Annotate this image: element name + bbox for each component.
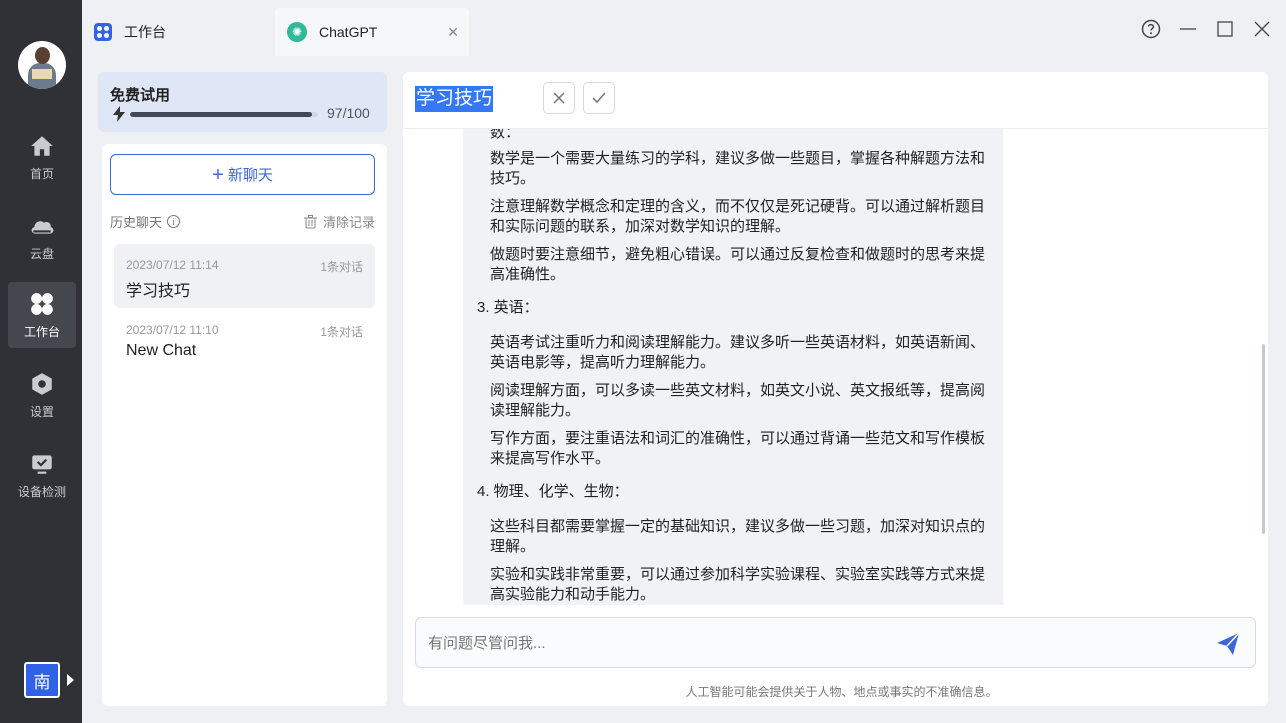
- message-text: 数：: [490, 129, 521, 141]
- conversation-item[interactable]: 2023/07/12 11:10 1条对话 New Chat: [114, 309, 375, 373]
- message-heading: 4. 物理、化学、生物：: [477, 483, 629, 500]
- history-label: 历史聊天: [110, 215, 163, 230]
- tab-workbench[interactable]: 工作台: [94, 18, 166, 46]
- message-input[interactable]: [428, 631, 1188, 655]
- message-text: 这些科目都需要掌握一定的基础知识，建议多做一些习题，加深对知识点的理解。: [490, 518, 986, 555]
- left-nav: 首页 云盘 工作台 设置 设备检测 南: [0, 0, 82, 723]
- settings-icon: [32, 372, 52, 395]
- tab-chatgpt[interactable]: ✺ ChatGPT ✕: [275, 8, 469, 56]
- nav-item-device-check[interactable]: 设备检测: [8, 442, 76, 508]
- workbench-icon: [94, 23, 112, 41]
- free-trial-card: 免费试用 97/100: [98, 72, 387, 132]
- nav-label: 设备检测: [17, 484, 66, 499]
- home-icon: [31, 135, 53, 156]
- clear-label: 清除记录: [322, 215, 375, 230]
- cancel-rename-button[interactable]: [543, 82, 575, 114]
- disclaimer-text: 人工智能可能会提供关于人物、地点或事实的不准确信息。: [685, 685, 998, 699]
- conversation-count: 1条对话: [320, 325, 363, 339]
- conversation-name: 学习技巧: [126, 283, 191, 300]
- message-text: 数学是一个需要大量练习的学科，建议多做一些题目，掌握各种解题方法和技巧。: [490, 150, 986, 187]
- history-header: 历史聊天 i: [110, 212, 181, 231]
- new-chat-label: 新聊天: [227, 167, 273, 184]
- conversation-name: New Chat: [126, 342, 197, 359]
- conversation-date: 2023/07/12 11:14: [126, 258, 219, 272]
- message-text: 英语考试注重听力和阅读理解能力。建议多听一些英语材料，如英语新闻、英语电影等，提…: [490, 334, 986, 371]
- nav-item-settings[interactable]: 设置: [8, 362, 76, 428]
- tab-label: ChatGPT: [319, 24, 378, 40]
- send-icon[interactable]: [1215, 631, 1241, 657]
- conversation-date: 2023/07/12 11:10: [126, 323, 219, 337]
- cloud-icon: [31, 220, 54, 234]
- chat-main-panel: 学习技巧 数： 数学是一个需要大量练习的学科，建议多做一些题目，掌握各种解题方法…: [403, 72, 1268, 706]
- expand-arrow-icon[interactable]: [67, 674, 74, 686]
- chatgpt-icon: ✺: [287, 22, 307, 42]
- nav-item-workbench[interactable]: 工作台: [8, 282, 76, 348]
- nav-item-cloud[interactable]: 云盘: [8, 204, 76, 270]
- message-heading: 3. 英语：: [477, 299, 539, 316]
- plus-icon: +: [212, 163, 224, 186]
- conversation-count: 1条对话: [320, 260, 363, 274]
- assistant-message: 数： 数学是一个需要大量练习的学科，建议多做一些题目，掌握各种解题方法和技巧。 …: [463, 129, 1003, 605]
- close-window-icon[interactable]: [1251, 18, 1273, 40]
- device-check-icon: [32, 454, 52, 474]
- message-text: 做题时要注意细节，避免粗心错误。可以通过反复检查和做题时的思考来提高准确性。: [490, 246, 986, 283]
- trial-title: 免费试用: [110, 87, 171, 104]
- nav-label: 设置: [29, 404, 54, 419]
- new-chat-button[interactable]: + 新聊天: [110, 154, 375, 195]
- lightning-icon: [113, 106, 125, 122]
- chat-list-panel: + 新聊天 历史聊天 i 清除记录 2023/07/12 11:14 1条对话 …: [102, 144, 387, 706]
- chat-title-editing[interactable]: 学习技巧: [415, 86, 494, 112]
- message-text: 注意理解数学概念和定理的含义，而不仅仅是死记硬背。可以通过解析题目和实际问题的联…: [490, 198, 986, 235]
- close-tab-icon[interactable]: ✕: [447, 24, 459, 41]
- tab-label: 工作台: [124, 24, 166, 40]
- confirm-rename-button[interactable]: [583, 82, 615, 114]
- nav-label: 云盘: [29, 246, 54, 261]
- top-bar: 工作台 ✺ ChatGPT ✕: [82, 0, 1286, 56]
- message-input-box: [415, 617, 1256, 668]
- nav-label: 工作台: [23, 324, 60, 339]
- trash-icon: [303, 214, 317, 228]
- minimize-icon[interactable]: [1177, 18, 1199, 40]
- message-text: 实验和实践非常重要，可以通过参加科学实验课程、实验室实践等方式来提高实验能力和动…: [490, 566, 986, 603]
- workbench-icon: [31, 292, 53, 315]
- avatar[interactable]: [18, 41, 66, 89]
- check-icon: [592, 92, 606, 104]
- message-text: 阅读理解方面，可以多读一些英文材料，如英文小说、英文报纸等，提高阅读理解能力。: [490, 382, 986, 419]
- maximize-icon[interactable]: [1214, 18, 1236, 40]
- chat-header: 学习技巧: [403, 72, 1268, 129]
- region-badge[interactable]: 南: [24, 662, 60, 698]
- nav-label: 首页: [29, 166, 54, 181]
- nav-item-home[interactable]: 首页: [8, 124, 76, 190]
- help-icon[interactable]: [1140, 18, 1162, 40]
- close-icon: [553, 92, 565, 104]
- trial-count: 97/100: [327, 105, 370, 121]
- message-text: 写作方面，要注重语法和词汇的准确性，可以通过背诵一些范文和写作模板来提高写作水平…: [490, 430, 986, 467]
- conversation-item[interactable]: 2023/07/12 11:14 1条对话 学习技巧: [114, 244, 375, 308]
- clear-history-button[interactable]: 清除记录: [303, 212, 375, 231]
- trial-progress-bar: [130, 112, 318, 117]
- info-icon[interactable]: i: [167, 215, 181, 228]
- scrollbar[interactable]: [1262, 344, 1265, 534]
